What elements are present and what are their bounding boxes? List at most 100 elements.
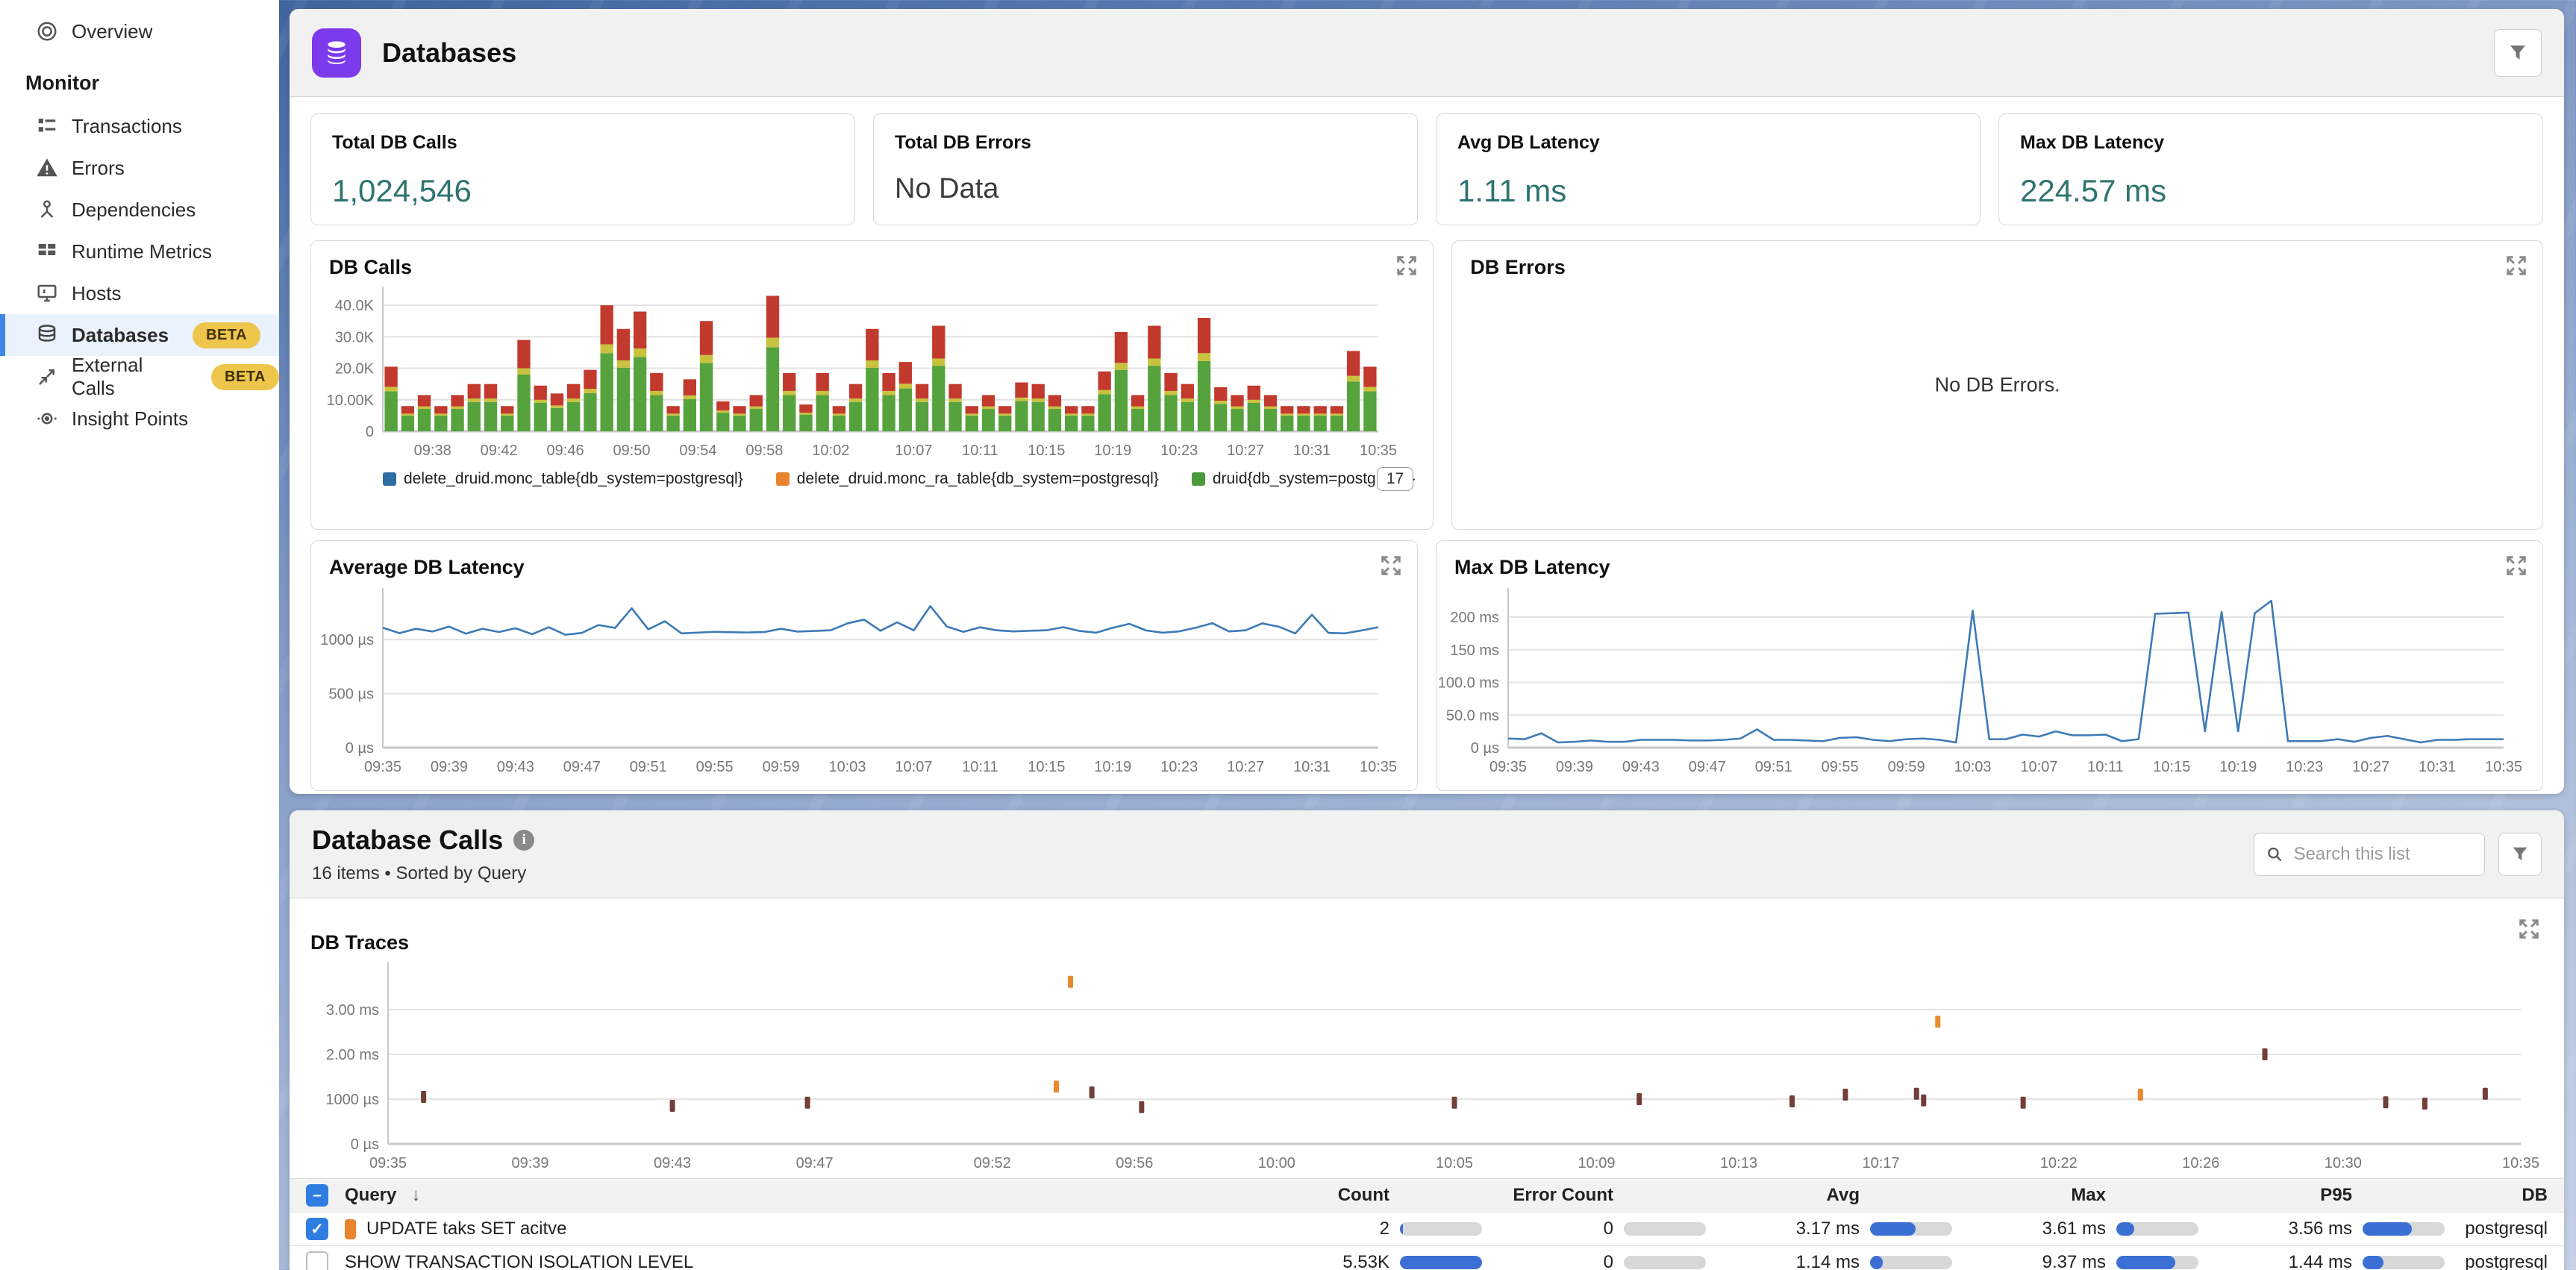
sidebar-item-transactions[interactable]: Transactions xyxy=(0,105,279,147)
expand-icon[interactable] xyxy=(1380,554,1402,581)
expand-icon[interactable] xyxy=(2518,918,2540,944)
db-type: postgresql xyxy=(2445,1219,2564,1239)
expand-icon[interactable] xyxy=(1395,254,1418,281)
svg-text:10:35: 10:35 xyxy=(2485,759,2522,775)
svg-text:09:50: 09:50 xyxy=(613,442,650,459)
column-max[interactable]: Max xyxy=(1952,1185,2198,1206)
svg-text:09:51: 09:51 xyxy=(630,759,667,775)
svg-text:100.0 ms: 100.0 ms xyxy=(1438,675,1499,692)
legend-item[interactable]: delete_druid.monc_ra_table{db_system=pos… xyxy=(776,470,1159,488)
sidebar-item-insight-points[interactable]: Insight Points xyxy=(0,398,279,440)
query-text[interactable]: SHOW TRANSACTION ISOLATION LEVEL xyxy=(345,1252,693,1270)
column-p95[interactable]: P95 xyxy=(2198,1185,2445,1206)
svg-text:10:11: 10:11 xyxy=(2087,759,2124,775)
sidebar-item-label: Insight Points xyxy=(72,407,188,431)
svg-text:10:15: 10:15 xyxy=(1028,442,1065,459)
avg-db-latency-line-chart[interactable]: 0 µs500 µs1000 µs09:3509:3909:4309:4709:… xyxy=(311,579,1398,782)
sidebar-item-label: Transactions xyxy=(72,115,182,138)
row-checkbox[interactable]: ✓ xyxy=(306,1218,328,1240)
databases-header: Databases xyxy=(290,9,2564,97)
expand-icon[interactable] xyxy=(2505,254,2527,281)
list-filter-button[interactable] xyxy=(2498,833,2542,876)
query-text[interactable]: UPDATE taks SET acitve xyxy=(366,1219,567,1239)
select-all-checkbox[interactable]: – xyxy=(306,1184,328,1207)
db-calls-bar-chart[interactable]: 010.00K20.0K30.0K40.0K09:3809:4209:4609:… xyxy=(311,279,1398,466)
svg-text:10:27: 10:27 xyxy=(1227,759,1264,775)
search-icon xyxy=(2266,845,2283,864)
legend-overflow-count[interactable]: 17 xyxy=(1377,467,1413,491)
svg-text:10:31: 10:31 xyxy=(1293,759,1331,775)
info-icon[interactable]: i xyxy=(513,830,534,851)
database-calls-panel: Database Calls i 16 items • Sorted by Qu… xyxy=(290,810,2564,1270)
column-query[interactable]: Query xyxy=(345,1185,396,1206)
row-checkbox[interactable] xyxy=(306,1251,328,1270)
svg-text:10:19: 10:19 xyxy=(1094,442,1131,459)
svg-text:09:59: 09:59 xyxy=(763,759,800,775)
db-type: postgresql xyxy=(2445,1252,2564,1270)
expand-icon[interactable] xyxy=(2505,554,2527,581)
dependencies-icon xyxy=(34,197,60,222)
stat-max-db-latency: Max DB Latency 224.57 ms xyxy=(1998,113,2543,225)
svg-text:10:15: 10:15 xyxy=(2153,759,2190,775)
svg-text:10:07: 10:07 xyxy=(895,442,932,459)
column-avg[interactable]: Avg xyxy=(1706,1185,1952,1206)
sidebar-item-hosts[interactable]: Hosts xyxy=(0,272,279,314)
sort-descending-icon[interactable]: ↓ xyxy=(411,1185,420,1206)
max-db-latency-line-chart[interactable]: 0 µs50.0 ms100.0 ms150 ms200 ms09:3509:3… xyxy=(1437,579,2523,782)
sidebar-item-label: External Calls xyxy=(72,354,187,400)
svg-text:09:55: 09:55 xyxy=(1822,759,1859,775)
column-count[interactable]: Count xyxy=(1295,1185,1482,1206)
legend-swatch xyxy=(383,472,396,486)
svg-text:09:35: 09:35 xyxy=(369,1155,407,1172)
database-calls-subtitle: 16 items • Sorted by Query xyxy=(312,863,534,884)
svg-text:09:47: 09:47 xyxy=(563,759,601,775)
svg-text:10:02: 10:02 xyxy=(812,442,849,459)
svg-text:09:55: 09:55 xyxy=(696,759,734,775)
charts-row-top: DB Calls 010.00K20.0K30.0K40.0K09:3809:4… xyxy=(290,230,2564,530)
legend-swatch xyxy=(776,472,790,486)
avg-bar xyxy=(1870,1222,1952,1236)
svg-text:10:27: 10:27 xyxy=(1227,442,1264,459)
max-bar xyxy=(2116,1222,2198,1236)
table-row[interactable]: SHOW TRANSACTION ISOLATION LEVEL 5.53K 0… xyxy=(290,1246,2564,1270)
database-icon xyxy=(34,322,60,348)
sidebar-item-errors[interactable]: Errors xyxy=(0,147,279,189)
svg-text:40.0K: 40.0K xyxy=(335,298,375,314)
sidebar-item-external-calls[interactable]: External Calls BETA xyxy=(0,356,279,398)
sidebar-item-runtime-metrics[interactable]: Runtime Metrics xyxy=(0,231,279,272)
sidebar-item-databases[interactable]: Databases BETA xyxy=(0,314,279,356)
svg-text:09:46: 09:46 xyxy=(547,442,584,459)
legend-item[interactable]: delete_druid.monc_table{db_system=postgr… xyxy=(383,470,743,488)
query-color-marker xyxy=(345,1219,356,1239)
svg-text:10:03: 10:03 xyxy=(829,759,866,775)
sidebar-item-dependencies[interactable]: Dependencies xyxy=(0,189,279,231)
svg-text:10:03: 10:03 xyxy=(1954,759,1992,775)
svg-text:10.00K: 10.00K xyxy=(327,392,375,409)
beta-badge: BETA xyxy=(211,364,279,390)
search-input[interactable] xyxy=(2294,844,2472,865)
svg-text:09:42: 09:42 xyxy=(481,442,518,459)
sidebar: Overview Monitor Transactions Errors Dep… xyxy=(0,0,279,1270)
stat-total-db-errors: Total DB Errors No Data xyxy=(873,113,1418,225)
svg-text:09:54: 09:54 xyxy=(679,442,716,459)
svg-text:10:23: 10:23 xyxy=(1160,759,1198,775)
column-error-count[interactable]: Error Count xyxy=(1482,1185,1706,1206)
table-header-row: – Query ↓ Count Error Count Avg Max P95 … xyxy=(290,1178,2564,1213)
filter-button[interactable] xyxy=(2494,29,2542,77)
avg-db-latency-chart-card: Average DB Latency 0 µs500 µs1000 µs09:3… xyxy=(310,540,1418,791)
stat-total-db-calls: Total DB Calls 1,024,546 xyxy=(310,113,855,225)
svg-text:3.00 ms: 3.00 ms xyxy=(326,1002,379,1019)
search-box[interactable] xyxy=(2254,833,2485,876)
svg-text:10:35: 10:35 xyxy=(2502,1155,2539,1172)
transactions-icon xyxy=(34,113,60,139)
svg-text:50.0 ms: 50.0 ms xyxy=(1446,707,1499,724)
svg-text:10:35: 10:35 xyxy=(1360,759,1397,775)
legend-swatch xyxy=(1192,472,1205,486)
warning-icon xyxy=(34,155,60,181)
db-traces-scatter-chart[interactable]: 0 µs1000 µs2.00 ms3.00 ms09:3509:3909:43… xyxy=(310,954,2543,1178)
sidebar-item-label: Overview xyxy=(72,20,152,43)
table-row[interactable]: ✓ UPDATE taks SET acitve 2 0 3.17 ms 3.6… xyxy=(290,1213,2564,1246)
sidebar-item-overview[interactable]: Overview xyxy=(0,10,279,52)
column-db[interactable]: DB xyxy=(2445,1185,2564,1206)
no-db-errors-message: No DB Errors. xyxy=(1452,374,2542,397)
